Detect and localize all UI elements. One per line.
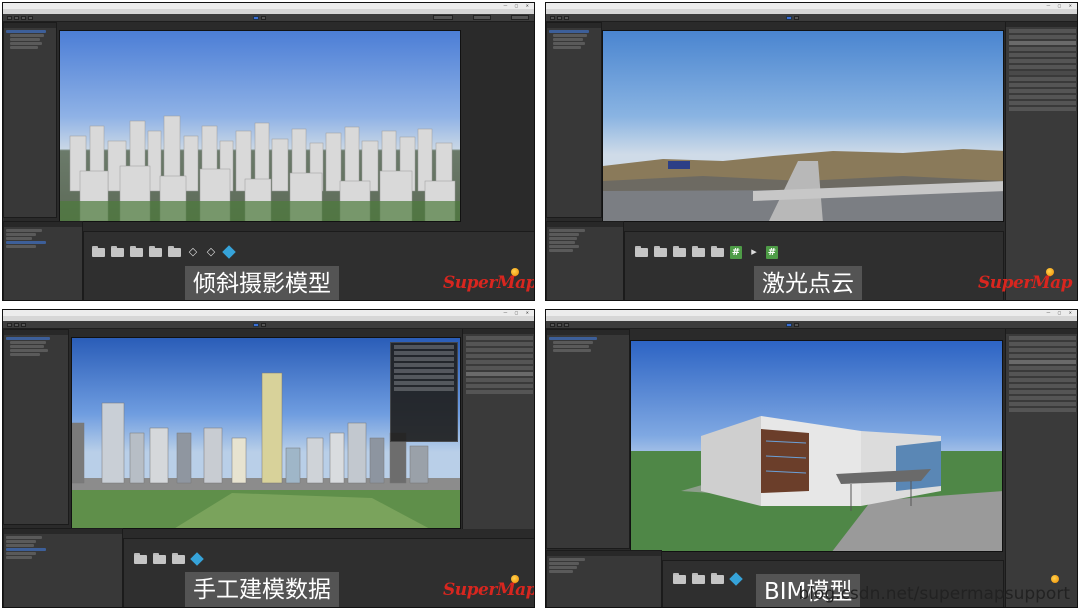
editor-window-oblique: — ▢ ✕ ◇ ◇ 倾斜摄影模型 SuperMap [2, 2, 535, 301]
hand-tool-icon[interactable] [7, 323, 12, 327]
panel-caption: 激光点云 [754, 266, 862, 300]
folder-icon[interactable] [172, 553, 185, 564]
folder-icon[interactable] [635, 246, 648, 257]
folder-icon[interactable] [153, 553, 166, 564]
pause-button[interactable] [794, 16, 799, 20]
point-cloud-terrain [603, 149, 1003, 221]
hand-tool-icon[interactable] [550, 323, 555, 327]
panel-caption: 倾斜摄影模型 [185, 266, 339, 300]
hierarchy-panel[interactable] [3, 22, 57, 218]
toolbar [3, 321, 534, 329]
prefab-cube-icon[interactable] [222, 245, 236, 259]
move-tool-icon[interactable] [557, 323, 562, 327]
supermap-logo-dot-icon [1046, 268, 1054, 276]
scene-viewport[interactable] [630, 340, 1003, 552]
inspector-panel[interactable] [1005, 329, 1077, 607]
project-tree-panel[interactable] [546, 221, 624, 300]
scale-tool-icon[interactable] [28, 16, 33, 20]
inspector-panel[interactable] [462, 329, 534, 529]
supermap-logo-dot-icon [511, 268, 519, 276]
folder-icon[interactable] [92, 246, 105, 257]
script-icon[interactable]: # [730, 246, 742, 259]
bim-building-model [631, 416, 1002, 551]
properties-overlay[interactable] [390, 342, 458, 442]
folder-icon[interactable] [711, 573, 724, 584]
rotate-tool-icon[interactable] [564, 323, 569, 327]
toolbar [546, 14, 1077, 22]
editor-window-pointcloud: — ▢ ✕ # ▸ # 激光点云 SuperMap [545, 2, 1078, 301]
script-icon[interactable]: # [766, 246, 778, 259]
play-button[interactable] [786, 323, 792, 327]
hand-tool-icon[interactable] [550, 16, 555, 20]
inspector-header [463, 329, 534, 334]
play-button[interactable] [253, 16, 259, 20]
project-tree-panel[interactable] [3, 528, 123, 607]
hierarchy-panel[interactable] [3, 329, 69, 525]
rotate-tool-icon[interactable] [21, 16, 26, 20]
folder-icon[interactable] [134, 553, 147, 564]
project-tree-panel[interactable] [3, 221, 83, 300]
unity-scene-icon[interactable]: ◇ [205, 246, 217, 258]
move-tool-icon[interactable] [14, 323, 19, 327]
play-button[interactable] [786, 16, 792, 20]
toolbar [546, 321, 1077, 329]
supermap-logo: SuperMap [978, 273, 1073, 293]
tree-item[interactable] [10, 34, 44, 37]
toolbar [3, 14, 534, 22]
hand-tool-icon[interactable] [7, 16, 12, 20]
scene-viewport[interactable] [602, 30, 1004, 222]
folder-icon[interactable] [711, 246, 724, 257]
tree-item[interactable] [10, 38, 40, 41]
collab-button[interactable] [433, 15, 453, 20]
folder-icon[interactable] [111, 246, 124, 257]
folder-icon[interactable] [692, 573, 705, 584]
watermark-url: blog.csdn.net/supermapsupport [798, 584, 1070, 604]
layers-dropdown[interactable] [473, 15, 491, 20]
prefab-cube-icon[interactable] [729, 572, 743, 586]
inspector-header [1006, 329, 1077, 334]
inspector-panel[interactable] [1005, 22, 1077, 300]
tree-item[interactable] [6, 30, 46, 33]
pause-button[interactable] [794, 323, 799, 327]
folder-icon[interactable] [130, 246, 143, 257]
pause-button[interactable] [261, 16, 266, 20]
hierarchy-panel[interactable] [546, 22, 602, 218]
rotate-tool-icon[interactable] [21, 323, 26, 327]
scene-viewport[interactable] [59, 30, 461, 222]
oblique-city-model [60, 115, 460, 221]
move-tool-icon[interactable] [557, 16, 562, 20]
supermap-logo-dot-icon [511, 575, 519, 583]
rotate-tool-icon[interactable] [564, 16, 569, 20]
pause-button[interactable] [261, 323, 266, 327]
folder-icon[interactable] [654, 246, 667, 257]
supermap-logo-dot-icon [1051, 575, 1059, 583]
prefab-cube-icon[interactable] [190, 552, 204, 566]
folder-icon[interactable] [673, 573, 686, 584]
tree-item[interactable] [10, 42, 42, 45]
scene-viewport[interactable] [71, 337, 461, 529]
folder-icon[interactable] [692, 246, 705, 257]
project-tree-panel[interactable] [546, 550, 662, 607]
tree-item[interactable] [10, 46, 38, 49]
layout-dropdown[interactable] [511, 15, 529, 20]
editor-window-manual: — ▢ ✕ 手工建模数据 SuperMap [2, 309, 535, 608]
folder-icon[interactable] [149, 246, 162, 257]
supermap-logo: SuperMap [443, 580, 535, 600]
folder-icon[interactable] [673, 246, 686, 257]
panel-caption: 手工建模数据 [185, 572, 339, 607]
move-tool-icon[interactable] [14, 16, 19, 20]
hierarchy-panel[interactable] [546, 329, 630, 549]
shader-icon[interactable]: ▸ [748, 246, 760, 258]
play-button[interactable] [253, 323, 259, 327]
inspector-header [1006, 22, 1077, 27]
folder-icon[interactable] [168, 246, 181, 257]
unity-scene-icon[interactable]: ◇ [187, 246, 199, 258]
collage: — ▢ ✕ ◇ ◇ 倾斜摄影模型 SuperMap — ▢ ✕ # ▸ # 激光… [0, 0, 1080, 610]
supermap-logo: SuperMap [443, 273, 535, 293]
editor-window-bim: — ▢ ✕ BIM模型 [545, 309, 1078, 608]
